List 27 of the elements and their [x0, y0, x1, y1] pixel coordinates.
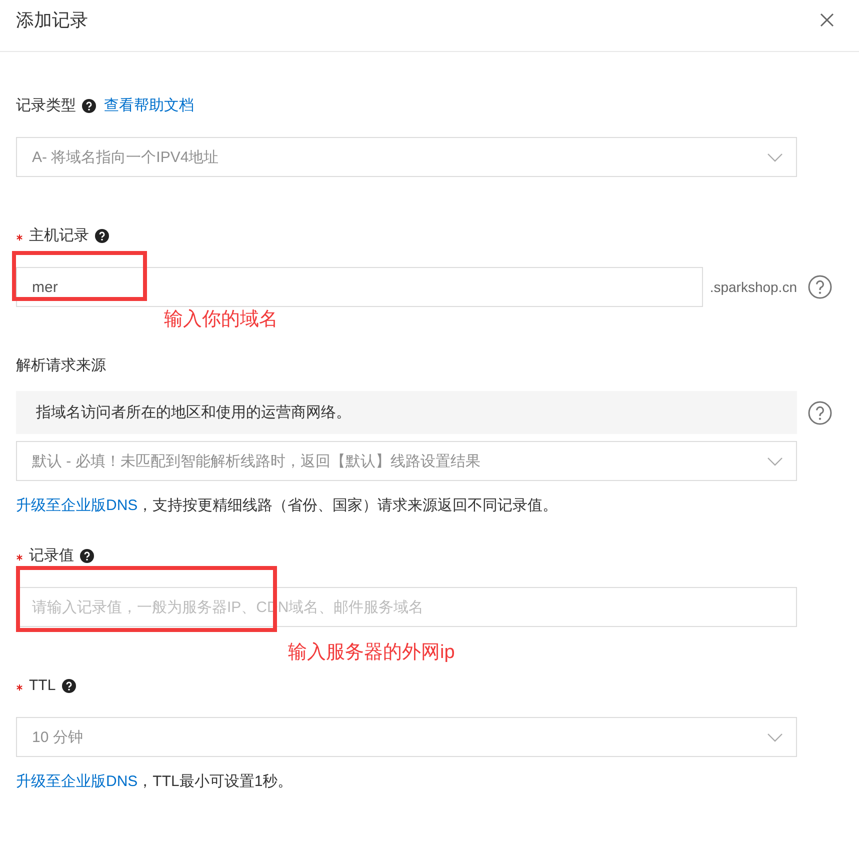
help-icon[interactable]	[62, 679, 76, 693]
chevron-down-icon	[767, 732, 783, 742]
select-field[interactable]: A- 将域名指向一个IPV4地址	[16, 137, 797, 177]
chevron-down-icon	[767, 456, 783, 466]
field-label: 解析请求来源	[16, 356, 106, 376]
field-label: 主机记录	[29, 226, 89, 246]
upgrade-note: 升级至企业版DNS，TTL最小可设置1秒。	[16, 772, 293, 792]
dialog-title: 添加记录	[16, 10, 88, 30]
help-doc-link[interactable]: 查看帮助文档	[104, 96, 194, 116]
select-field[interactable]: 10 分钟	[16, 717, 797, 757]
annotation-label: 输入你的域名	[164, 309, 278, 331]
field-label: TTL	[29, 676, 56, 696]
info-text: 指域名访问者所在的地区和使用的运营商网络。	[16, 391, 797, 434]
close-icon	[820, 13, 834, 27]
chevron-down-icon	[767, 152, 783, 162]
annotation-label: 输入服务器的外网ip	[288, 642, 455, 664]
field-label: 记录类型	[16, 96, 76, 116]
upgrade-link[interactable]: 升级至企业版DNS	[16, 773, 138, 790]
help-icon[interactable]	[82, 99, 96, 113]
help-icon[interactable]	[95, 229, 109, 243]
text-field[interactable]: mer	[16, 267, 703, 307]
select-field[interactable]: 默认 - 必填！未匹配到智能解析线路时，返回【默认】线路设置结果	[16, 441, 797, 481]
upgrade-link[interactable]: 升级至企业版DNS	[16, 497, 138, 514]
field-label: 记录值	[29, 546, 74, 566]
domain-suffix: .sparkshop.cn	[710, 279, 797, 295]
upgrade-note: 升级至企业版DNS，支持按更精细线路（省份、国家）请求来源返回不同记录值。	[16, 496, 558, 516]
help-icon[interactable]	[80, 549, 94, 563]
